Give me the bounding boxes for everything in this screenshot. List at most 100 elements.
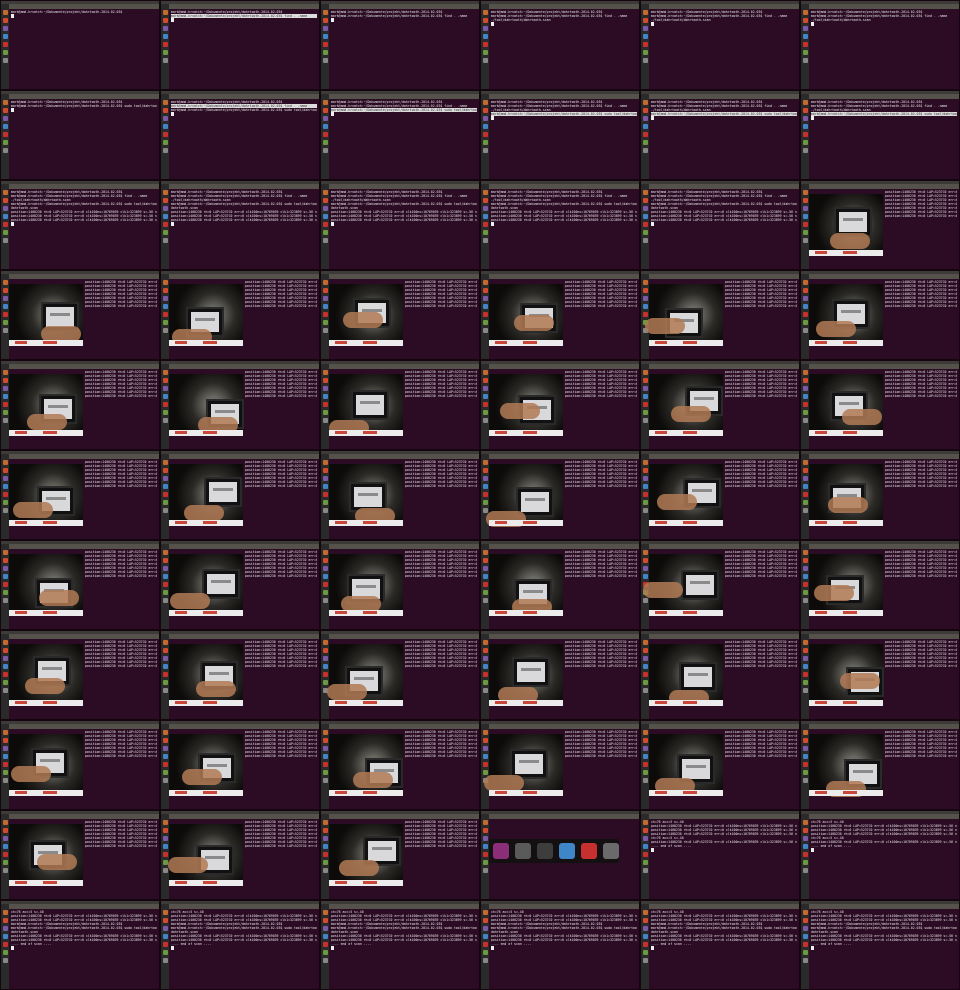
window-titlebar[interactable] <box>489 364 639 369</box>
launcher-icon[interactable] <box>802 664 808 669</box>
launcher-icon[interactable] <box>642 476 648 481</box>
unity-launcher[interactable] <box>481 634 489 719</box>
launcher-icon[interactable] <box>802 206 808 211</box>
launcher-icon[interactable] <box>802 648 808 653</box>
launcher-icon[interactable] <box>322 58 328 63</box>
launcher-icon[interactable] <box>802 100 808 105</box>
window-titlebar[interactable] <box>9 544 159 549</box>
launcher-icon[interactable] <box>162 460 168 465</box>
launcher-icon[interactable] <box>162 10 168 15</box>
unity-launcher[interactable] <box>321 724 329 809</box>
unity-launcher[interactable] <box>641 814 649 899</box>
launcher-icon[interactable] <box>642 950 648 955</box>
unity-launcher[interactable] <box>1 904 9 989</box>
unity-launcher[interactable] <box>321 544 329 629</box>
launcher-icon[interactable] <box>642 410 648 415</box>
launcher-icon[interactable] <box>802 124 808 129</box>
unity-launcher[interactable] <box>641 184 649 269</box>
launcher-icon[interactable] <box>162 598 168 603</box>
launcher-icon[interactable] <box>322 484 328 489</box>
launcher-icon[interactable] <box>482 656 488 661</box>
window-titlebar[interactable] <box>169 634 319 639</box>
launcher-icon[interactable] <box>482 108 488 113</box>
launcher-icon[interactable] <box>2 18 8 23</box>
launcher-icon[interactable] <box>642 558 648 563</box>
terminal-app-icon[interactable] <box>493 843 509 859</box>
window-titlebar[interactable] <box>169 94 319 99</box>
unity-launcher[interactable] <box>481 814 489 899</box>
video-player-controls[interactable] <box>809 340 883 346</box>
launcher-icon[interactable] <box>162 42 168 47</box>
launcher-icon[interactable] <box>802 10 808 15</box>
launcher-icon[interactable] <box>482 558 488 563</box>
launcher-icon[interactable] <box>322 124 328 129</box>
launcher-icon[interactable] <box>322 148 328 153</box>
app-switcher[interactable] <box>489 839 619 863</box>
launcher-icon[interactable] <box>642 222 648 227</box>
launcher-icon[interactable] <box>2 206 8 211</box>
video-player-controls[interactable] <box>329 880 403 886</box>
launcher-icon[interactable] <box>482 762 488 767</box>
launcher-icon[interactable] <box>2 942 8 947</box>
launcher-icon[interactable] <box>482 26 488 31</box>
window-titlebar[interactable] <box>489 454 639 459</box>
unity-launcher[interactable] <box>321 454 329 539</box>
launcher-icon[interactable] <box>2 656 8 661</box>
launcher-icon[interactable] <box>802 934 808 939</box>
launcher-icon[interactable] <box>2 680 8 685</box>
launcher-icon[interactable] <box>322 656 328 661</box>
unity-launcher[interactable] <box>321 94 329 179</box>
launcher-icon[interactable] <box>2 500 8 505</box>
launcher-icon[interactable] <box>162 590 168 595</box>
launcher-icon[interactable] <box>802 746 808 751</box>
launcher-icon[interactable] <box>162 926 168 931</box>
launcher-icon[interactable] <box>642 778 648 783</box>
launcher-icon[interactable] <box>482 664 488 669</box>
unity-launcher[interactable] <box>801 904 809 989</box>
launcher-icon[interactable] <box>322 492 328 497</box>
launcher-icon[interactable] <box>642 124 648 129</box>
launcher-icon[interactable] <box>2 370 8 375</box>
launcher-icon[interactable] <box>162 190 168 195</box>
launcher-icon[interactable] <box>162 828 168 833</box>
launcher-icon[interactable] <box>482 680 488 685</box>
launcher-icon[interactable] <box>2 124 8 129</box>
launcher-icon[interactable] <box>2 214 8 219</box>
launcher-icon[interactable] <box>802 558 808 563</box>
launcher-icon[interactable] <box>162 100 168 105</box>
unity-launcher[interactable] <box>321 364 329 449</box>
launcher-icon[interactable] <box>482 550 488 555</box>
window-titlebar[interactable] <box>649 4 799 9</box>
launcher-icon[interactable] <box>162 222 168 227</box>
launcher-icon[interactable] <box>2 190 8 195</box>
launcher-icon[interactable] <box>322 140 328 145</box>
launcher-icon[interactable] <box>2 198 8 203</box>
launcher-icon[interactable] <box>482 394 488 399</box>
launcher-icon[interactable] <box>482 582 488 587</box>
window-titlebar[interactable] <box>809 274 959 279</box>
launcher-icon[interactable] <box>802 460 808 465</box>
launcher-icon[interactable] <box>162 116 168 121</box>
launcher-icon[interactable] <box>642 762 648 767</box>
launcher-icon[interactable] <box>162 410 168 415</box>
launcher-icon[interactable] <box>482 132 488 137</box>
launcher-icon[interactable] <box>802 730 808 735</box>
launcher-icon[interactable] <box>162 640 168 645</box>
launcher-icon[interactable] <box>2 754 8 759</box>
window-titlebar[interactable] <box>809 364 959 369</box>
video-player-controls[interactable] <box>9 340 83 346</box>
launcher-icon[interactable] <box>162 320 168 325</box>
window-titlebar[interactable] <box>649 94 799 99</box>
launcher-icon[interactable] <box>322 402 328 407</box>
launcher-icon[interactable] <box>2 238 8 243</box>
launcher-icon[interactable] <box>642 836 648 841</box>
launcher-icon[interactable] <box>322 288 328 293</box>
window-titlebar[interactable] <box>169 904 319 909</box>
launcher-icon[interactable] <box>482 590 488 595</box>
launcher-icon[interactable] <box>642 378 648 383</box>
launcher-icon[interactable] <box>642 468 648 473</box>
video-player-controls[interactable] <box>9 790 83 796</box>
launcher-icon[interactable] <box>642 492 648 497</box>
unity-launcher[interactable] <box>801 814 809 899</box>
unity-launcher[interactable] <box>161 904 169 989</box>
